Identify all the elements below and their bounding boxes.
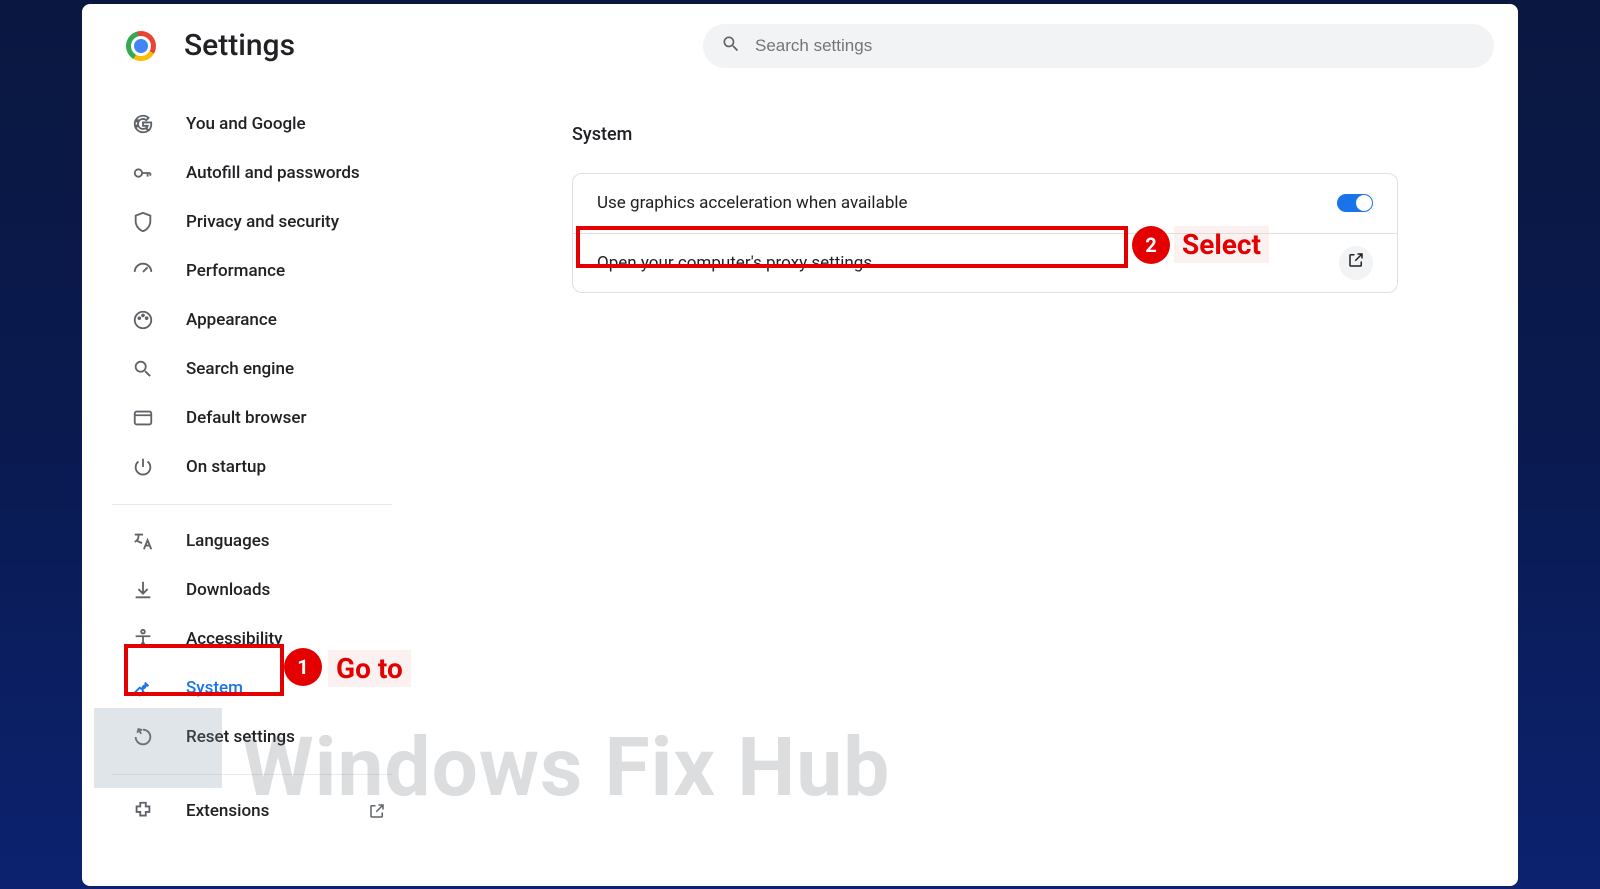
- sidebar-item-default-browser[interactable]: Default browser: [82, 394, 412, 443]
- power-icon: [132, 456, 154, 478]
- sidebar-item-on-startup[interactable]: On startup: [82, 443, 412, 492]
- annotation-badge-2: 2: [1132, 226, 1170, 264]
- settings-window: Settings You and Google Autofill and pas…: [82, 4, 1518, 886]
- key-icon: [132, 162, 154, 184]
- sidebar-item-autofill[interactable]: Autofill and passwords: [82, 149, 412, 198]
- palette-icon: [132, 309, 154, 331]
- sidebar-item-reset[interactable]: Reset settings: [82, 713, 412, 762]
- wrench-icon: [132, 677, 154, 699]
- nav-divider: [112, 504, 392, 505]
- content: You and Google Autofill and passwords Pr…: [82, 88, 1518, 886]
- sidebar-item-privacy[interactable]: Privacy and security: [82, 198, 412, 247]
- sidebar-item-label: Extensions: [186, 801, 269, 821]
- sidebar-item-performance[interactable]: Performance: [82, 247, 412, 296]
- toggle-graphics-accel[interactable]: [1337, 194, 1373, 212]
- search-icon: [132, 358, 154, 380]
- sidebar-item-label: Search engine: [186, 359, 294, 379]
- search-input[interactable]: [755, 36, 1476, 56]
- annotation-label-2: Select: [1174, 226, 1269, 263]
- row-label: Use graphics acceleration when available: [597, 193, 908, 213]
- google-icon: [132, 113, 154, 135]
- sidebar-item-label: Performance: [186, 261, 285, 281]
- sidebar-item-languages[interactable]: Languages: [82, 517, 412, 566]
- chrome-logo-icon: [126, 31, 156, 61]
- sidebar-item-label: Accessibility: [186, 629, 283, 649]
- sidebar-item-you-and-google[interactable]: You and Google: [82, 100, 412, 149]
- search-settings[interactable]: [703, 24, 1494, 68]
- shield-icon: [132, 211, 154, 233]
- open-proxy-button[interactable]: [1339, 246, 1373, 280]
- speed-icon: [132, 260, 154, 282]
- sidebar-item-extensions[interactable]: Extensions: [82, 787, 412, 836]
- sidebar-item-label: On startup: [186, 457, 266, 477]
- topbar: Settings: [82, 4, 1518, 88]
- sidebar-item-label: Appearance: [186, 310, 277, 330]
- sidebar-item-label: System: [186, 678, 243, 698]
- sidebar-item-label: Reset settings: [186, 727, 295, 747]
- accessibility-icon: [132, 628, 154, 650]
- row-graphics-accel[interactable]: Use graphics acceleration when available: [573, 174, 1397, 233]
- sidebar-item-label: You and Google: [186, 114, 306, 134]
- open-in-new-icon: [366, 800, 388, 822]
- download-icon: [132, 579, 154, 601]
- sidebar: You and Google Autofill and passwords Pr…: [82, 88, 412, 886]
- system-card: Use graphics acceleration when available…: [572, 173, 1398, 293]
- nav-divider: [112, 774, 392, 775]
- extension-icon: [132, 800, 154, 822]
- browser-icon: [132, 407, 154, 429]
- annotation-badge-1: 1: [284, 648, 322, 686]
- row-proxy-settings[interactable]: Open your computer's proxy settings: [573, 233, 1397, 292]
- section-title: System: [572, 124, 1398, 145]
- sidebar-item-label: Privacy and security: [186, 212, 339, 232]
- page-title: Settings: [184, 28, 295, 63]
- sidebar-item-appearance[interactable]: Appearance: [82, 296, 412, 345]
- sidebar-item-downloads[interactable]: Downloads: [82, 566, 412, 615]
- sidebar-item-label: Downloads: [186, 580, 270, 600]
- sidebar-item-label: Autofill and passwords: [186, 163, 360, 183]
- main-panel: System Use graphics acceleration when av…: [412, 88, 1518, 886]
- reset-icon: [132, 726, 154, 748]
- search-icon: [721, 34, 741, 58]
- annotation-label-1: Go to: [328, 650, 411, 687]
- sidebar-item-label: Default browser: [186, 408, 307, 428]
- sidebar-item-search-engine[interactable]: Search engine: [82, 345, 412, 394]
- row-label: Open your computer's proxy settings: [597, 253, 872, 273]
- translate-icon: [132, 530, 154, 552]
- sidebar-item-label: Languages: [186, 531, 270, 551]
- open-in-new-icon: [1347, 251, 1365, 274]
